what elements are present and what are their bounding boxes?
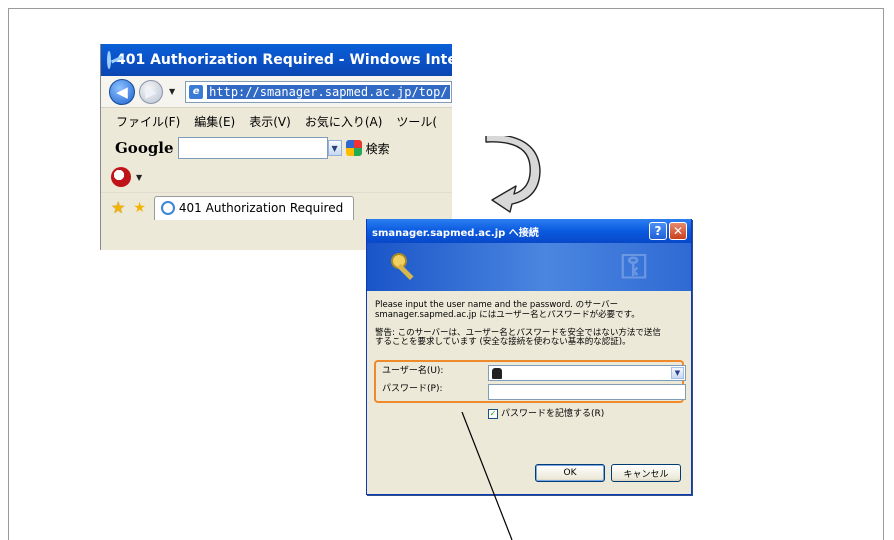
callout-pointer-line [461, 411, 513, 540]
